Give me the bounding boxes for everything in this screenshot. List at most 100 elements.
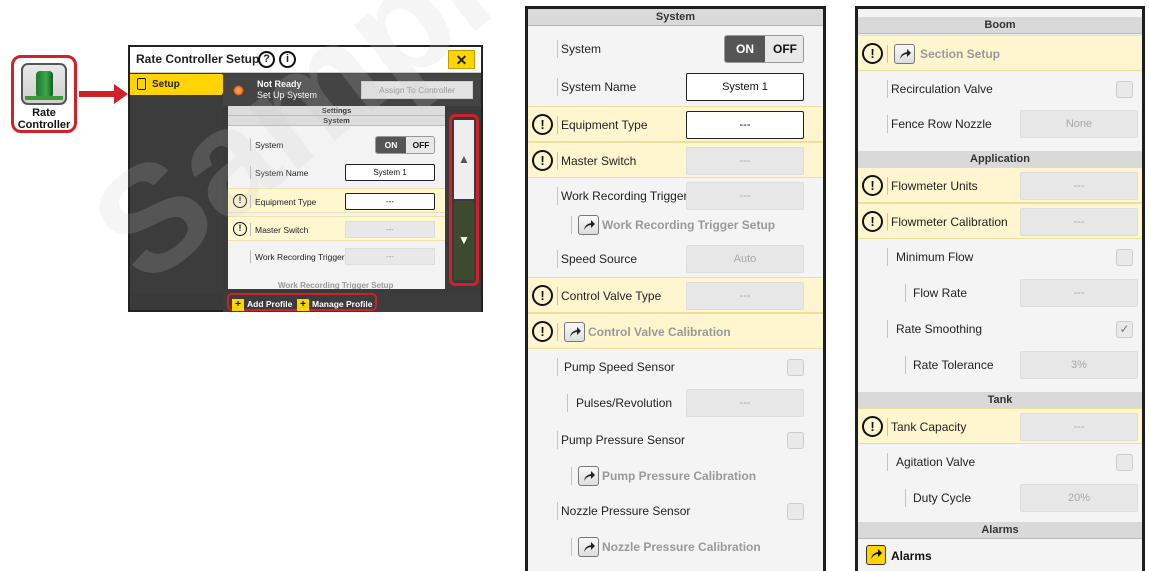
work-trigger-row: Work Recording Trigger --- — [228, 244, 445, 269]
control-valve-calibration-row[interactable]: ! Control Valve Calibration — [528, 313, 823, 349]
work-trigger-setup-label[interactable]: Work Recording Trigger Setup — [278, 281, 393, 289]
arrow-link-icon[interactable] — [578, 537, 599, 557]
fence-row-nozzle-row: Fence Row Nozzle None — [858, 106, 1142, 142]
flow-rate-label: Flow Rate — [913, 286, 968, 300]
plus-icon: + — [297, 298, 309, 311]
arrow-link-icon[interactable] — [564, 322, 585, 342]
tank-header: Tank — [858, 392, 1142, 409]
flow-rate-field[interactable]: --- — [1020, 279, 1138, 307]
nozzle-pressure-sensor-label: Nozzle Pressure Sensor — [561, 504, 691, 518]
minimum-flow-row: Minimum Flow — [858, 239, 1142, 275]
alarms-label[interactable]: Alarms — [891, 549, 932, 563]
add-profile-button[interactable]: + Add Profile — [232, 297, 292, 311]
work-trigger-field[interactable]: --- — [686, 182, 804, 210]
alarms-row[interactable]: Alarms — [858, 539, 1142, 571]
master-switch-field[interactable]: --- — [345, 221, 435, 238]
nozzle-pressure-calibration-row[interactable]: Nozzle Pressure Calibration — [528, 529, 823, 565]
toggle-off[interactable]: OFF — [406, 137, 434, 153]
work-trigger-setup-label[interactable]: Work Recording Trigger Setup — [602, 218, 775, 232]
speed-source-field[interactable]: Auto — [686, 245, 804, 273]
control-valve-type-label: Control Valve Type — [561, 289, 662, 303]
tank-capacity-field[interactable]: --- — [1020, 413, 1138, 441]
status-title: Not Ready — [257, 79, 302, 89]
document-icon — [137, 78, 146, 90]
screen-title: Rate Controller Setup — [136, 52, 260, 66]
toggle-on[interactable]: ON — [725, 36, 765, 62]
flowmeter-calibration-label: Flowmeter Calibration — [891, 215, 1008, 229]
info-icon[interactable]: i — [279, 51, 296, 68]
minimum-flow-label: Minimum Flow — [896, 250, 974, 264]
warning-icon: ! — [532, 150, 553, 171]
pump-pressure-calibration-label[interactable]: Pump Pressure Calibration — [602, 469, 756, 483]
duty-cycle-label: Duty Cycle — [913, 491, 972, 505]
tab-setup-label: Setup — [152, 79, 180, 90]
duty-cycle-field[interactable]: 20% — [1020, 484, 1138, 512]
master-switch-label: Master Switch — [561, 154, 637, 168]
equipment-type-row: ! Equipment Type --- — [228, 188, 445, 213]
fence-row-nozzle-label: Fence Row Nozzle — [891, 117, 992, 131]
nozzle-pressure-calibration-label[interactable]: Nozzle Pressure Calibration — [602, 540, 761, 554]
rate-smoothing-label: Rate Smoothing — [896, 322, 983, 336]
scroll-up-button[interactable]: ▲ — [454, 120, 474, 199]
arrow-link-icon[interactable] — [578, 466, 599, 486]
arrow-link-icon[interactable] — [578, 215, 599, 235]
rate-tolerance-label: Rate Tolerance — [913, 358, 994, 372]
warning-icon: ! — [532, 285, 553, 306]
scroll-down-button[interactable]: ▼ — [454, 201, 474, 280]
flowmeter-units-field[interactable]: --- — [1020, 172, 1138, 200]
system-name-field[interactable]: System 1 — [345, 164, 435, 181]
arrow-link-icon[interactable] — [866, 545, 886, 565]
settings-list: Settings System System ON OFF System Nam… — [228, 106, 445, 289]
close-button[interactable]: ✕ — [448, 50, 475, 69]
assign-to-controller-button[interactable]: Assign To Controller — [361, 81, 473, 99]
minimum-flow-checkbox[interactable] — [1116, 249, 1133, 266]
control-valve-type-field[interactable]: --- — [686, 282, 804, 310]
app-label: Rate Controller — [17, 107, 71, 131]
rate-controller-screen: Rate Controller Setup ? i ✕ Setup Not Re… — [128, 45, 483, 312]
toggle-on[interactable]: ON — [376, 137, 406, 153]
manage-profile-button[interactable]: + Manage Profile — [297, 297, 372, 311]
boom-panel: Boom ! Section Setup Recirculation Valve… — [855, 6, 1145, 571]
toggle-off[interactable]: OFF — [765, 36, 803, 62]
master-switch-row: ! Master Switch --- — [528, 142, 823, 178]
arrow-line — [79, 91, 119, 97]
rate-tolerance-field[interactable]: 3% — [1020, 351, 1138, 379]
flowmeter-units-row: ! Flowmeter Units --- — [858, 167, 1142, 203]
work-trigger-field[interactable]: --- — [345, 248, 435, 265]
pump-pressure-sensor-checkbox[interactable] — [787, 432, 804, 449]
system-toggle[interactable]: ON OFF — [724, 35, 804, 63]
fence-row-nozzle-field[interactable]: None — [1020, 110, 1138, 138]
equipment-type-field[interactable]: --- — [345, 193, 435, 210]
system-panel: System System ON OFF System Name System … — [525, 6, 826, 571]
equipment-type-field[interactable]: --- — [686, 111, 804, 139]
section-setup-row[interactable]: ! Section Setup — [858, 35, 1142, 71]
master-switch-field[interactable]: --- — [686, 147, 804, 175]
system-name-field[interactable]: System 1 — [686, 73, 804, 101]
help-icon[interactable]: ? — [258, 51, 275, 68]
manage-profile-label: Manage Profile — [312, 299, 373, 309]
system-name-label: System Name — [561, 80, 637, 94]
master-switch-label: Master Switch — [255, 225, 309, 235]
work-trigger-setup-row[interactable]: Work Recording Trigger Setup — [228, 272, 445, 289]
pulses-field[interactable]: --- — [686, 389, 804, 417]
rate-smoothing-checkbox[interactable]: ✓ — [1116, 321, 1133, 338]
system-toggle[interactable]: ON OFF — [375, 136, 435, 154]
tab-setup[interactable]: Setup — [130, 74, 231, 95]
flowmeter-calibration-field[interactable]: --- — [1020, 208, 1138, 236]
section-setup-label[interactable]: Section Setup — [920, 47, 1000, 61]
recirculation-valve-checkbox[interactable] — [1116, 81, 1133, 98]
pump-speed-sensor-checkbox[interactable] — [787, 359, 804, 376]
control-valve-calibration-label[interactable]: Control Valve Calibration — [588, 325, 731, 339]
rate-smoothing-row: Rate Smoothing ✓ — [858, 311, 1142, 347]
scrollbar[interactable]: ▲ ▼ — [449, 114, 479, 286]
arrow-link-icon[interactable] — [894, 44, 915, 64]
pump-pressure-sensor-label: Pump Pressure Sensor — [561, 433, 686, 447]
system-panel-header: System — [528, 9, 823, 26]
work-trigger-setup-row[interactable]: Work Recording Trigger Setup — [528, 207, 823, 243]
pump-pressure-calibration-row[interactable]: Pump Pressure Calibration — [528, 458, 823, 494]
status-indicator-icon — [233, 85, 244, 96]
nozzle-pressure-sensor-checkbox[interactable] — [787, 503, 804, 520]
agitation-valve-checkbox[interactable] — [1116, 454, 1133, 471]
rate-controller-app-icon[interactable]: Rate Controller — [11, 55, 77, 133]
title-bar: Rate Controller Setup ? i ✕ — [130, 47, 481, 73]
